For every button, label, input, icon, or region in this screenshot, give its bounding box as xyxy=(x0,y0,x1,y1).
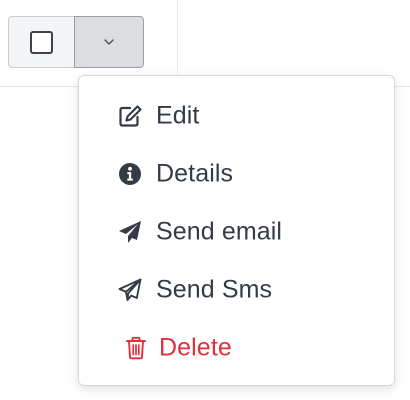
edit-icon xyxy=(117,103,143,129)
bulk-actions-dropdown-menu: Edit Details Send email Send Sms Delete xyxy=(78,75,395,386)
trash-icon xyxy=(123,335,149,361)
menu-item-label: Details xyxy=(156,159,234,188)
menu-item-send-email[interactable]: Send email xyxy=(79,208,394,256)
menu-item-send-sms[interactable]: Send Sms xyxy=(79,266,394,314)
bulk-actions-toggle-button[interactable] xyxy=(74,16,144,68)
menu-item-label: Send email xyxy=(156,217,283,246)
menu-item-label: Delete xyxy=(159,333,232,362)
menu-item-label: Edit xyxy=(156,101,200,130)
search-input[interactable] xyxy=(202,31,372,56)
info-icon xyxy=(117,161,143,187)
bulk-action-button-group xyxy=(8,16,144,68)
send-sms-icon xyxy=(117,277,143,303)
menu-item-edit[interactable]: Edit xyxy=(79,92,394,140)
menu-item-delete[interactable]: Delete xyxy=(79,324,394,372)
send-email-icon xyxy=(117,219,143,245)
menu-item-details[interactable]: Details xyxy=(79,150,394,198)
select-all-checkbox[interactable] xyxy=(30,30,53,54)
table-toolbar xyxy=(0,0,410,87)
menu-item-label: Send Sms xyxy=(156,275,273,304)
chevron-down-icon xyxy=(104,39,114,45)
select-all-button[interactable] xyxy=(8,16,74,68)
column-divider xyxy=(177,0,178,86)
